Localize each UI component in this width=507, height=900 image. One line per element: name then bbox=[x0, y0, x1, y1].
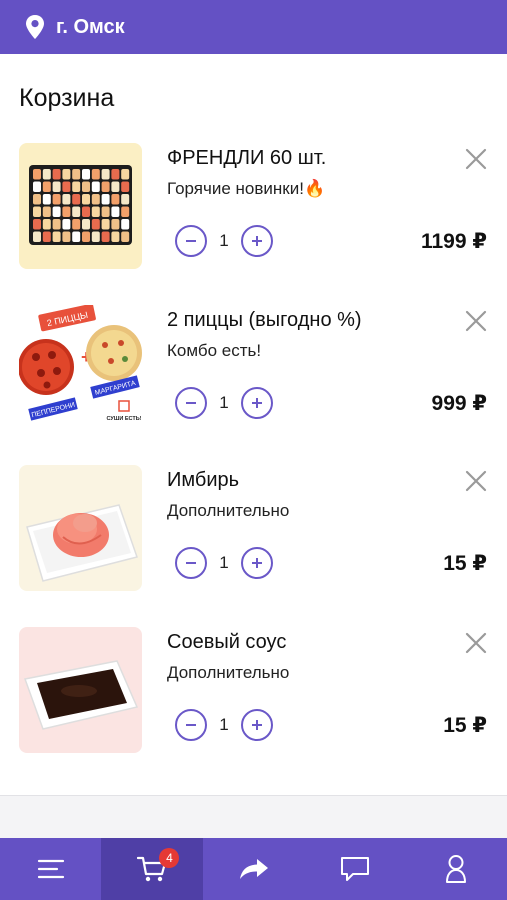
quantity-stepper: 1 bbox=[175, 709, 273, 741]
cart-item: ФРЕНДЛИ 60 шт. Горячие новинки!🔥 1 1199 … bbox=[0, 143, 507, 273]
plus-icon bbox=[252, 558, 262, 568]
close-icon bbox=[465, 310, 487, 332]
page-title: Корзина bbox=[19, 84, 115, 112]
decrease-quantity-button[interactable] bbox=[175, 547, 207, 579]
cart-count-badge: 4 bbox=[159, 848, 180, 868]
share-icon bbox=[239, 859, 268, 879]
plus-icon bbox=[252, 236, 262, 246]
tab-chat[interactable] bbox=[304, 838, 405, 900]
increase-quantity-button[interactable] bbox=[241, 547, 273, 579]
minus-icon bbox=[186, 562, 196, 564]
close-icon bbox=[465, 148, 487, 170]
minus-icon bbox=[186, 402, 196, 404]
profile-icon bbox=[446, 855, 467, 883]
increase-quantity-button[interactable] bbox=[241, 225, 273, 257]
svg-text:СУШИ ЕСТЬ!: СУШИ ЕСТЬ! bbox=[107, 416, 142, 422]
bottom-navigation: 4 bbox=[0, 838, 507, 900]
item-price: 999 ₽ bbox=[431, 392, 487, 415]
quantity-stepper: 1 bbox=[175, 225, 273, 257]
quantity-value: 1 bbox=[219, 393, 229, 412]
quantity-value: 1 bbox=[219, 553, 229, 572]
increase-quantity-button[interactable] bbox=[241, 387, 273, 419]
quantity-value: 1 bbox=[219, 715, 229, 734]
item-name: Соевый соус bbox=[167, 631, 287, 653]
close-icon bbox=[465, 470, 487, 492]
item-price: 1199 ₽ bbox=[420, 230, 487, 253]
item-price: 15 ₽ bbox=[443, 714, 487, 737]
plus-icon bbox=[252, 720, 262, 730]
increase-quantity-button[interactable] bbox=[241, 709, 273, 741]
item-name: 2 пиццы (выгодно %) bbox=[167, 309, 362, 331]
minus-icon bbox=[186, 724, 196, 726]
tab-share[interactable] bbox=[203, 838, 304, 900]
quantity-stepper: 1 bbox=[175, 387, 273, 419]
plus-icon bbox=[252, 398, 262, 408]
close-icon bbox=[465, 632, 487, 654]
item-description: Горячие новинки!🔥 bbox=[167, 179, 326, 198]
decrease-quantity-button[interactable] bbox=[175, 225, 207, 257]
item-price: 15 ₽ bbox=[443, 552, 487, 575]
decrease-quantity-button[interactable] bbox=[175, 387, 207, 419]
remove-item-button[interactable] bbox=[464, 147, 488, 171]
remove-item-button[interactable] bbox=[464, 469, 488, 493]
two-pizzas-image: 2 ПИЦЦЫ + ПЕППЕРОНИ МАРГАРИТА СУШИ ЕСТЬ! bbox=[19, 305, 142, 431]
item-description: Дополнительно bbox=[167, 501, 290, 520]
soy-sauce-image bbox=[19, 627, 142, 753]
quantity-value: 1 bbox=[219, 231, 229, 250]
minus-icon bbox=[186, 240, 196, 242]
tab-cart[interactable]: 4 bbox=[101, 838, 203, 900]
cart-item: 2 ПИЦЦЫ + ПЕППЕРОНИ МАРГАРИТА СУШИ ЕСТЬ!… bbox=[0, 305, 507, 435]
cart-item: Соевый соус Дополнительно 1 15 ₽ bbox=[0, 627, 507, 757]
remove-item-button[interactable] bbox=[464, 631, 488, 655]
chat-icon bbox=[340, 857, 369, 881]
decrease-quantity-button[interactable] bbox=[175, 709, 207, 741]
remove-item-button[interactable] bbox=[464, 309, 488, 333]
item-description: Комбо есть! bbox=[167, 341, 262, 360]
top-bar: г. Омск bbox=[0, 0, 507, 54]
item-name: Имбирь bbox=[167, 469, 240, 491]
menu-icon bbox=[37, 859, 64, 879]
quantity-stepper: 1 bbox=[175, 547, 273, 579]
cart-item: Имбирь Дополнительно 1 15 ₽ bbox=[0, 465, 507, 595]
city-selector[interactable]: г. Омск bbox=[56, 16, 125, 39]
item-description: Дополнительно bbox=[167, 663, 290, 682]
tab-profile[interactable] bbox=[406, 838, 507, 900]
tab-menu[interactable] bbox=[0, 838, 101, 900]
map-pin-icon[interactable] bbox=[24, 14, 46, 40]
ginger-image bbox=[19, 465, 142, 591]
item-name: ФРЕНДЛИ 60 шт. bbox=[167, 147, 327, 169]
sushi-set-image bbox=[19, 143, 142, 269]
